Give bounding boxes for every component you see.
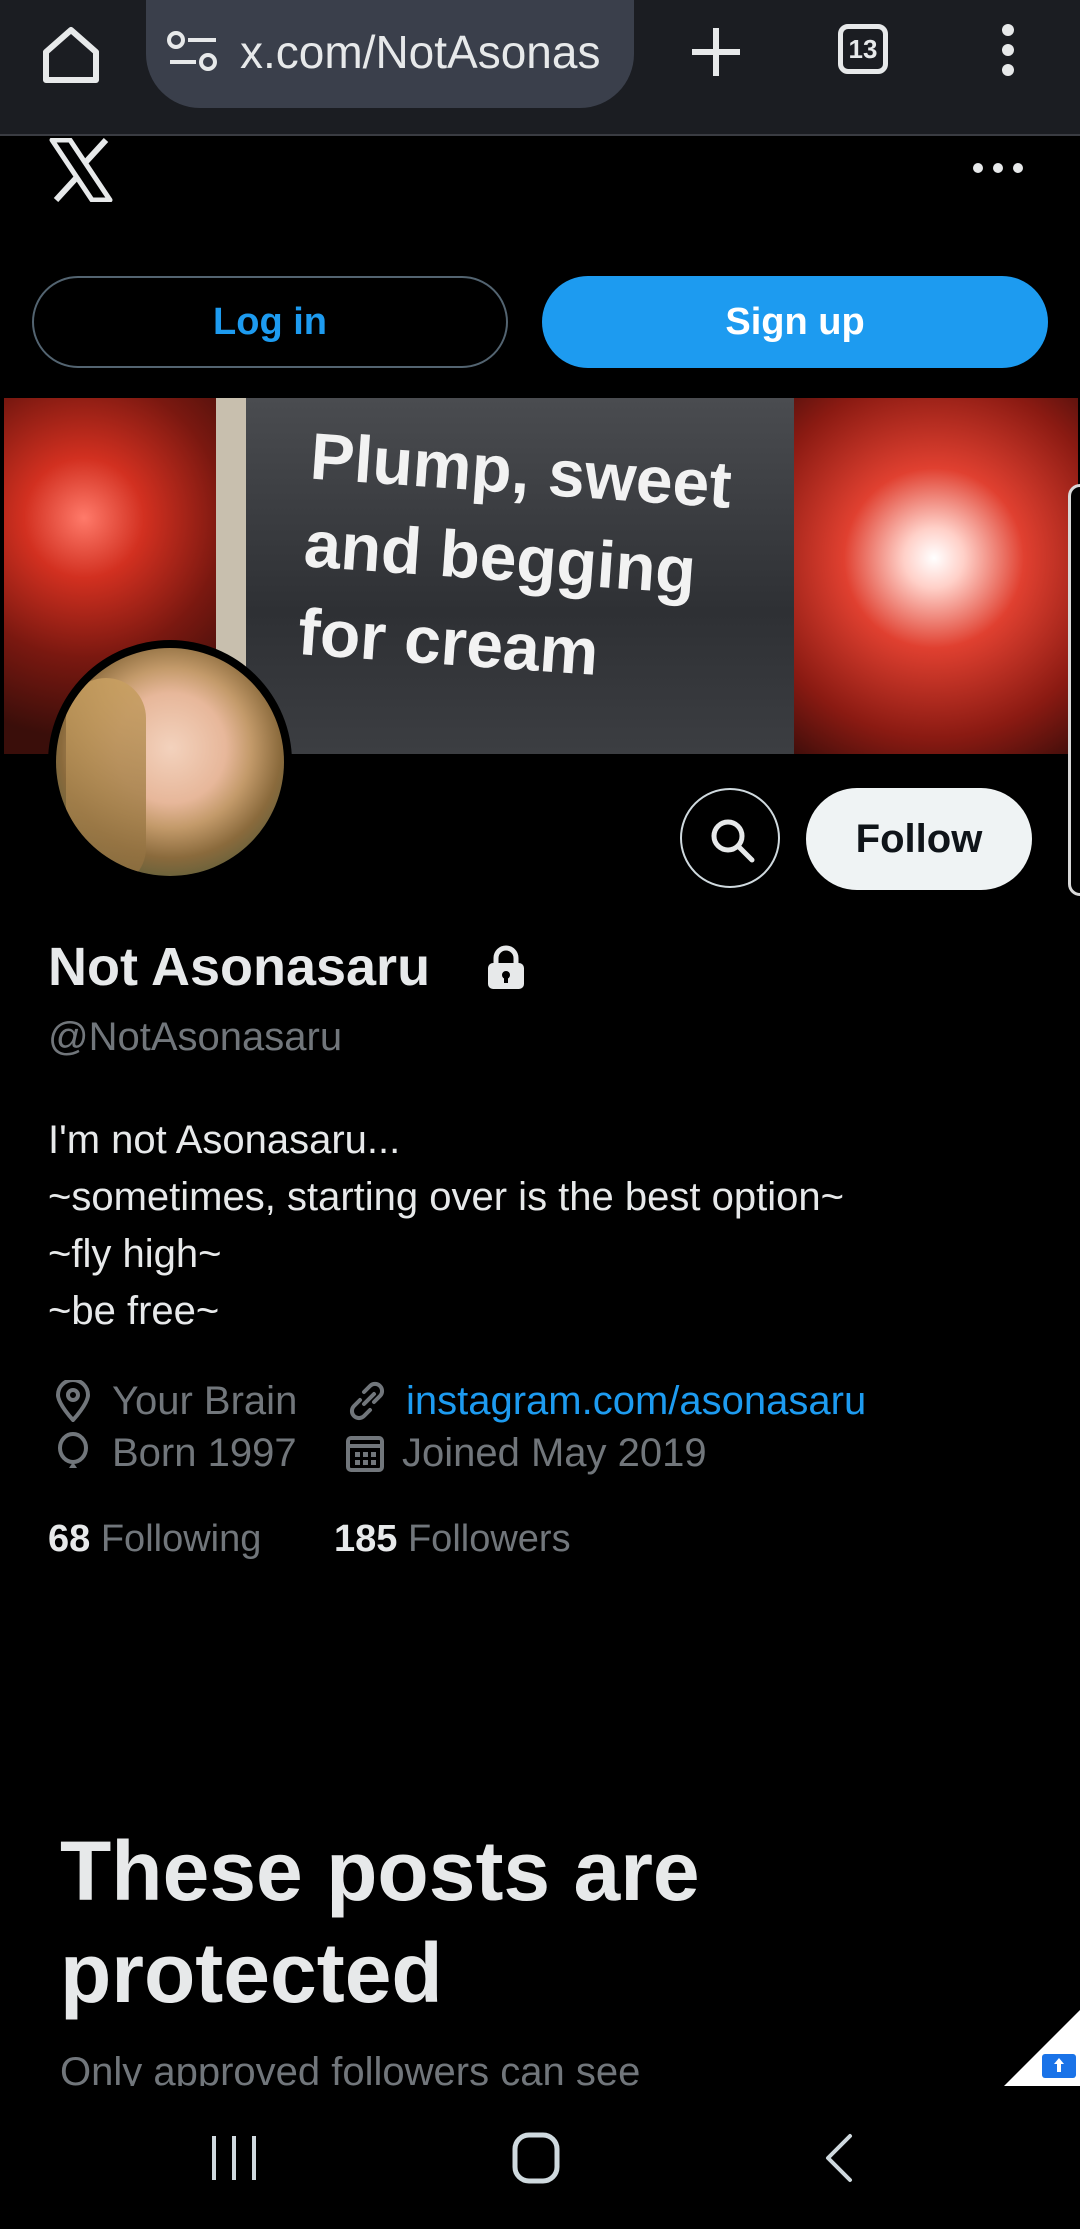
signup-button[interactable]: Sign up [542,276,1048,368]
new-tab-icon[interactable] [688,24,744,80]
following-label: Following [100,1518,262,1560]
protected-title: These posts are protected [60,1824,700,2020]
url-text[interactable]: x.com/NotAsonas [240,24,620,80]
profile-birth-date: Born 1997 [112,1431,297,1475]
followers-label: Followers [407,1518,571,1560]
balloon-icon [58,1432,88,1468]
more-options-icon[interactable] [970,160,1026,176]
bio-line: ~sometimes, starting over is the best op… [48,1175,844,1219]
profile-location: Your Brain [112,1379,298,1423]
search-icon [711,819,755,863]
home-icon[interactable] [40,24,102,86]
profile-joined-date: Joined May 2019 [402,1431,707,1475]
avatar-photo [56,648,284,876]
location-pin-icon [55,1380,91,1422]
banner-sign-text: Plump, sweet and begging for cream [295,418,734,689]
kebab-menu-icon[interactable] [994,22,1022,78]
follow-button[interactable]: Follow [806,788,1032,890]
bio-line: I'm not Asonasaru... [48,1118,401,1162]
home-button-icon[interactable] [512,2132,560,2184]
profile-website-link[interactable]: instagram.com/asonasaru [406,1376,866,1426]
following-count: 68 [48,1518,91,1560]
avatar-hair [66,678,146,876]
banner-strawberries-right [794,398,1078,754]
following-link[interactable]: 68 Following [48,1514,261,1564]
recent-apps-icon[interactable] [208,2134,260,2182]
lock-icon [488,945,524,989]
avatar[interactable] [48,640,292,884]
tab-switcher-button[interactable]: 13 [838,24,888,74]
address-bar[interactable]: x.com/NotAsonas [146,0,634,108]
user-handle: @NotAsonasaru [48,1015,343,1059]
followers-link[interactable]: 185 Followers [334,1514,571,1564]
scroll-handle[interactable] [1068,484,1080,896]
bio-line: ~be free~ [48,1289,220,1333]
profile-bio: I'm not Asonasaru... ~sometimes, startin… [48,1112,844,1340]
x-logo-icon[interactable] [48,138,114,202]
page-corner-badge-icon[interactable] [1004,2010,1080,2086]
bio-line: ~fly high~ [48,1232,222,1276]
followers-count: 185 [334,1518,398,1560]
search-profile-button[interactable] [680,788,780,888]
calendar-icon [346,1436,384,1472]
link-icon [349,1381,385,1421]
back-icon[interactable] [824,2132,854,2184]
site-settings-icon[interactable] [166,30,220,74]
protected-subtitle: Only approved followers can see [60,2050,641,2086]
display-name: Not Asonasaru [48,937,431,997]
login-button[interactable]: Log in [32,276,508,368]
browser-toolbar: x.com/NotAsonas 13 [0,0,1080,136]
